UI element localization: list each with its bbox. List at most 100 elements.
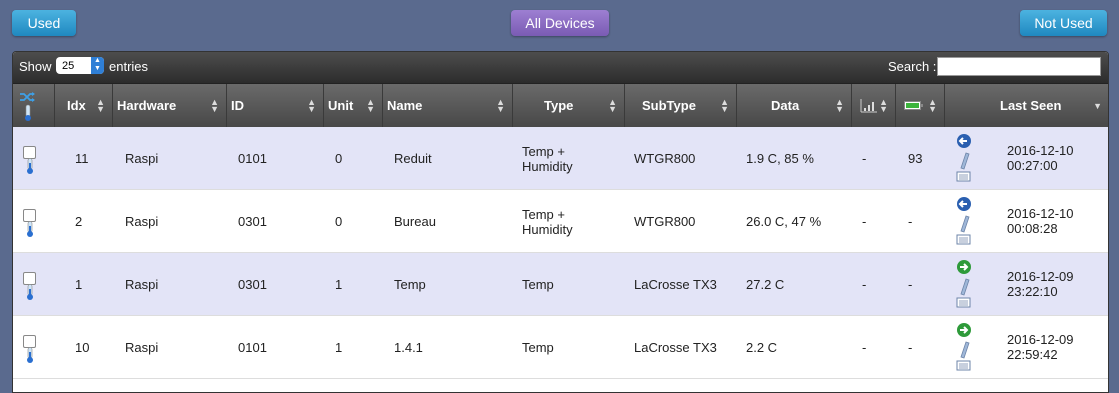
- th-type[interactable]: Type ▲ ▼: [513, 84, 625, 128]
- sort-icon: ▲ ▼: [96, 97, 105, 114]
- cell-idx: 10: [75, 340, 90, 355]
- th-name-label: Name: [387, 98, 423, 113]
- th-signal[interactable]: ▲ ▼: [852, 84, 896, 128]
- arrow-left-icon[interactable]: [957, 134, 971, 148]
- th-battery[interactable]: ▲ ▼: [896, 84, 945, 128]
- entries-select[interactable]: 25 ▲ ▼: [56, 57, 104, 74]
- show-label: Show: [19, 59, 52, 74]
- cell-battery: -: [908, 340, 913, 355]
- cell-subtype: WTGR800: [634, 214, 696, 229]
- pencil-icon[interactable]: [960, 341, 970, 359]
- log-icon[interactable]: [956, 360, 971, 371]
- th-data-label: Data: [771, 98, 800, 113]
- cell-hardware: Raspi: [125, 151, 159, 166]
- sort-icon: ▲ ▼: [928, 97, 937, 114]
- cell-unit: 0: [335, 151, 343, 166]
- cell-subtype: LaCrosse TX3: [634, 277, 717, 292]
- cell-idx: 1: [75, 277, 83, 292]
- pencil-icon[interactable]: [960, 278, 970, 296]
- th-data[interactable]: Data ▲ ▼: [737, 84, 852, 128]
- th-idx[interactable]: Idx ▲ ▼: [55, 84, 113, 128]
- not-used-button[interactable]: Not Used: [1020, 10, 1107, 36]
- log-icon[interactable]: [956, 171, 971, 182]
- search-input[interactable]: [937, 57, 1101, 76]
- sort-icon: ▲ ▼: [366, 97, 375, 114]
- type-line: Temp: [522, 277, 554, 292]
- sort-icon: ▲ ▼: [307, 97, 316, 114]
- table-row[interactable]: 10 Raspi 0101 1 1.4.1 LaCrosse TX3 2.2 C - - Temp…: [13, 316, 1108, 379]
- th-unit[interactable]: Unit ▲ ▼: [324, 84, 383, 128]
- entries-label: entries: [109, 59, 149, 74]
- cell-data: 2.2 C: [746, 340, 778, 355]
- table-row[interactable]: 1 Raspi 0301 1 Temp LaCrosse TX3 27.2 C - - Temp 2…: [13, 253, 1108, 316]
- battery-icon: [904, 101, 923, 110]
- cell-name: Reduit: [394, 151, 432, 166]
- cell-subtype: LaCrosse TX3: [634, 340, 717, 355]
- cell-battery: -: [908, 277, 913, 292]
- shuffle-thermometer-icon: [20, 92, 35, 121]
- table-row[interactable]: 11 Raspi 0101 0 Reduit WTGR800 1.9 C, 85 % - 93 T…: [13, 127, 1108, 190]
- signal-icon: [860, 99, 877, 113]
- type-line: Temp +: [522, 206, 565, 222]
- thermometer-icon: [27, 284, 33, 300]
- thermometer-icon: [27, 347, 33, 363]
- arrow-left-icon[interactable]: [957, 197, 971, 211]
- th-id[interactable]: ID ▲ ▼: [227, 84, 324, 128]
- last-seen-time: 00:08:28: [1007, 221, 1058, 236]
- thermometer-icon: [27, 158, 33, 174]
- cell-data: 1.9 C, 85 %: [746, 151, 814, 166]
- cell-id: 0301: [238, 214, 267, 229]
- th-hardware-label: Hardware: [117, 98, 177, 113]
- devices-table-panel: Show 25 ▲ ▼ entries Search : Idx ▲ ▼ Hardwa…: [12, 51, 1109, 393]
- row-actions[interactable]: [955, 321, 973, 371]
- last-seen-date: 2016-12-09: [1007, 269, 1074, 284]
- last-seen-time: 23:22:10: [1007, 284, 1058, 299]
- th-name[interactable]: Name ▲ ▼: [383, 84, 513, 128]
- cell-data: 26.0 C, 47 %: [746, 214, 822, 229]
- row-actions[interactable]: [955, 195, 973, 245]
- th-last-seen[interactable]: Last Seen ▼: [945, 84, 1108, 128]
- arrow-right-icon[interactable]: [957, 323, 971, 337]
- cell-signal: -: [862, 151, 867, 166]
- cell-name: 1.4.1: [394, 340, 423, 355]
- cell-type: Temp: [522, 316, 554, 379]
- sort-icon: ▲ ▼: [496, 97, 505, 114]
- all-devices-button[interactable]: All Devices: [511, 10, 609, 36]
- pencil-icon[interactable]: [960, 215, 970, 233]
- table-header: Idx ▲ ▼ Hardware ▲ ▼ ID ▲ ▼ Unit ▲ ▼ Name ▲ ▼ Type…: [13, 83, 1108, 128]
- pencil-icon[interactable]: [960, 152, 970, 170]
- th-hardware[interactable]: Hardware ▲ ▼: [113, 84, 227, 128]
- cell-type: Temp: [522, 253, 554, 316]
- sort-icon: ▲ ▼: [720, 97, 729, 114]
- log-icon[interactable]: [956, 234, 971, 245]
- thermometer-icon: [27, 221, 33, 237]
- row-actions[interactable]: [955, 258, 973, 308]
- cell-unit: 0: [335, 214, 343, 229]
- cell-hardware: Raspi: [125, 340, 159, 355]
- last-seen: 2016-12-10 00:27:00: [1007, 143, 1074, 173]
- last-seen: 2016-12-09 23:22:10: [1007, 269, 1074, 299]
- th-select[interactable]: [13, 84, 55, 128]
- log-icon[interactable]: [956, 297, 971, 308]
- cell-type: Temp + Humidity: [522, 127, 573, 190]
- th-subtype[interactable]: SubType ▲ ▼: [625, 84, 737, 128]
- row-actions[interactable]: [955, 132, 973, 182]
- cell-idx: 11: [75, 151, 89, 166]
- last-seen-time: 22:59:42: [1007, 347, 1058, 362]
- th-id-label: ID: [231, 98, 244, 113]
- arrow-right-icon[interactable]: [957, 260, 971, 274]
- last-seen: 2016-12-10 00:08:28: [1007, 206, 1074, 236]
- used-button[interactable]: Used: [12, 10, 76, 36]
- last-seen-date: 2016-12-09: [1007, 332, 1074, 347]
- last-seen-time: 00:27:00: [1007, 158, 1058, 173]
- sort-icon: ▲ ▼: [608, 97, 617, 114]
- cell-idx: 2: [75, 214, 83, 229]
- table-row[interactable]: 2 Raspi 0301 0 Bureau WTGR800 26.0 C, 47 % - - Te…: [13, 190, 1108, 253]
- th-subtype-label: SubType: [642, 98, 696, 113]
- last-seen: 2016-12-09 22:59:42: [1007, 332, 1074, 362]
- th-type-label: Type: [544, 98, 574, 113]
- cell-name: Bureau: [394, 214, 436, 229]
- th-last-seen-label: Last Seen: [1000, 98, 1062, 113]
- type-line: Temp: [522, 340, 554, 355]
- sort-icon: ▲ ▼: [879, 97, 888, 114]
